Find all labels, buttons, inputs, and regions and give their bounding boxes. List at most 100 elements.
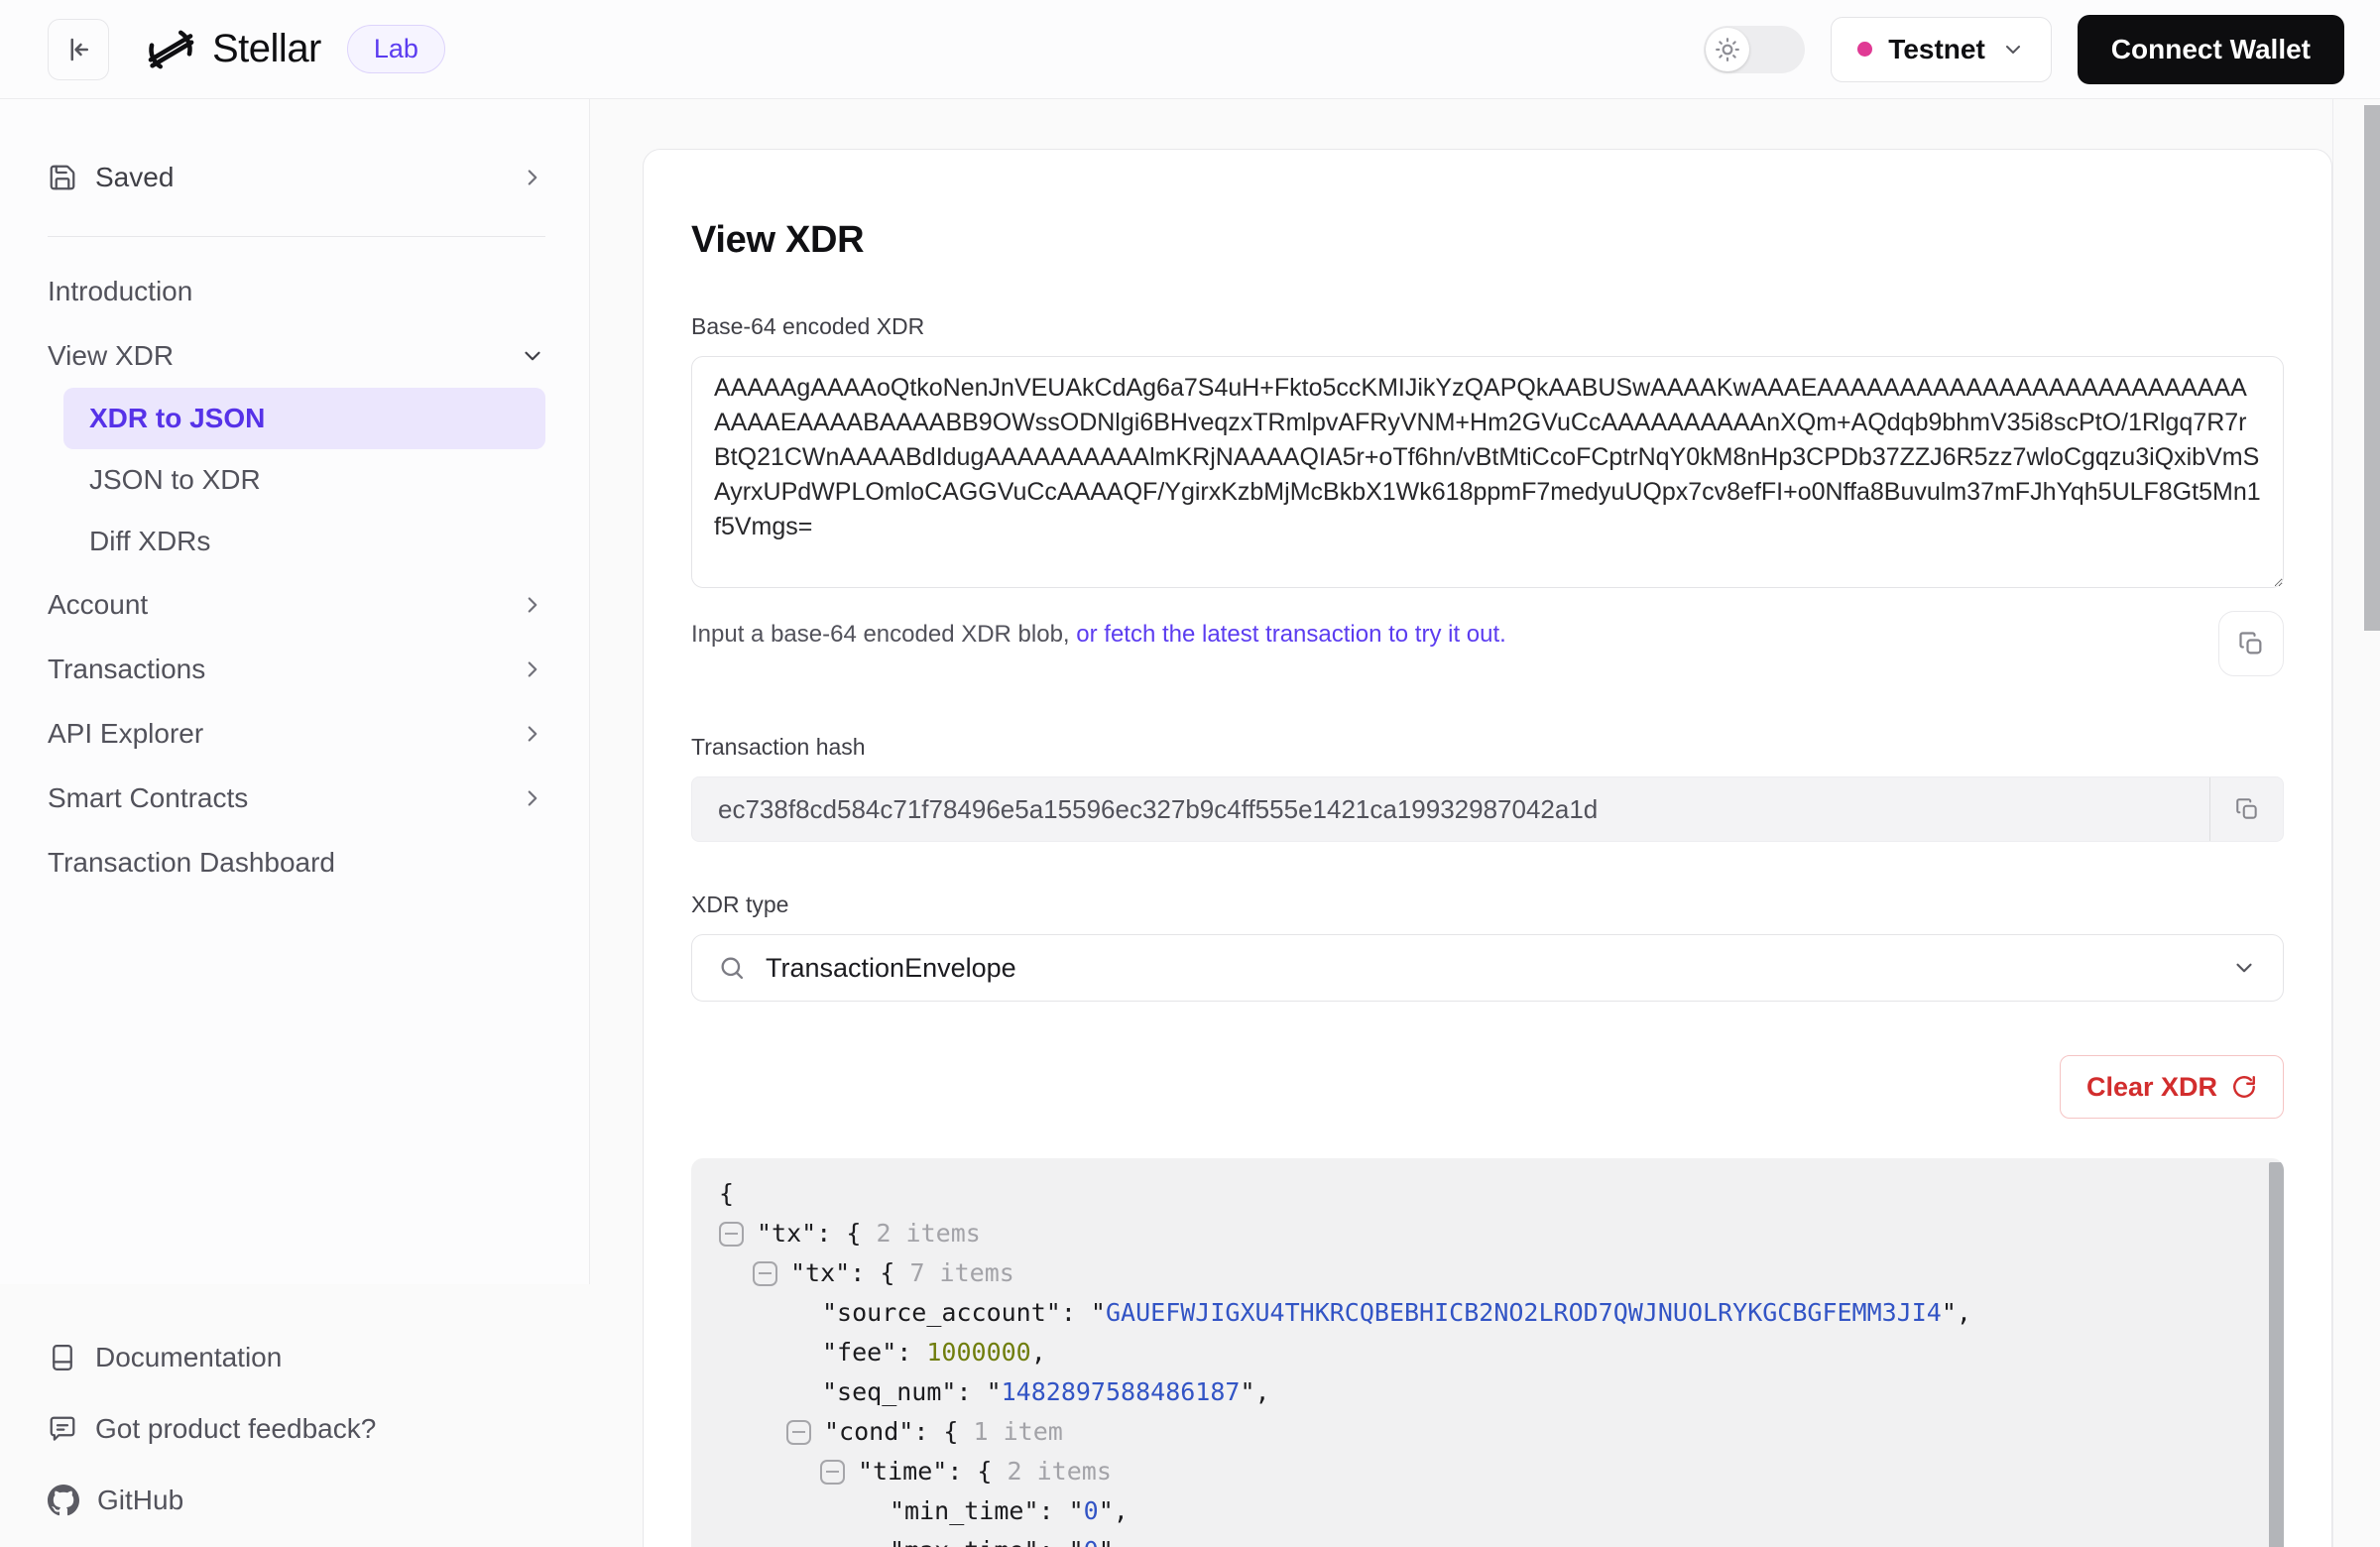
json-scrollbar[interactable] — [2269, 1162, 2284, 1547]
json-token: GAUEFWJIGXU4THKRCQBEBHICB2NO2LROD7QWJNUO… — [1106, 1293, 1942, 1333]
sidebar-item-label: Transactions — [48, 654, 205, 685]
transaction-hash-value[interactable] — [692, 777, 2209, 841]
clear-xdr-label: Clear XDR — [2086, 1072, 2217, 1103]
sidebar-item-smart-contracts[interactable]: Smart Contracts — [48, 766, 545, 830]
json-line: "fee": 1000000, — [691, 1333, 2284, 1372]
collapse-toggle-icon[interactable] — [820, 1460, 845, 1485]
sidebar-item-transactions[interactable]: Transactions — [48, 637, 545, 701]
sidebar-item-label: XDR to JSON — [89, 403, 265, 434]
json-line: "max_time": "0", — [691, 1531, 2284, 1547]
json-token: : { — [913, 1412, 973, 1452]
xdr-blob-label: Base-64 encoded XDR — [691, 313, 2284, 340]
chevron-down-icon — [2001, 38, 2025, 61]
json-token: : " — [956, 1372, 1001, 1412]
xdr-blob-textarea[interactable]: AAAAAgAAAAoQtkoNenJnVEUAkCdAg6a7S4uH+Fkt… — [691, 356, 2284, 588]
sidebar-item-label: Transaction Dashboard — [48, 847, 335, 879]
json-token: ", — [1942, 1293, 1971, 1333]
network-selector[interactable]: Testnet — [1831, 17, 2052, 82]
sidebar-item-label: Saved — [95, 162, 174, 193]
json-token: ", — [1240, 1372, 1269, 1412]
sidebar-divider — [48, 236, 545, 237]
json-token: : — [896, 1333, 926, 1372]
json-token: "tx" — [757, 1214, 816, 1253]
refresh-icon — [2231, 1074, 2257, 1100]
sidebar-item-xdr-to-json[interactable]: XDR to JSON — [63, 388, 545, 449]
collapse-sidebar-icon — [63, 35, 93, 64]
chevron-right-icon — [520, 785, 545, 811]
sidebar-item-label: Account — [48, 589, 148, 621]
header-actions: Testnet Connect Wallet — [1704, 15, 2344, 84]
network-status-dot — [1857, 42, 1872, 57]
json-token: "time" — [858, 1452, 947, 1491]
search-icon — [718, 954, 746, 982]
sidebar-item-diff-xdrs[interactable]: Diff XDRs — [63, 511, 545, 572]
chevron-right-icon — [520, 656, 545, 682]
copy-hash-button[interactable] — [2209, 777, 2283, 841]
sidebar-item-documentation[interactable]: Documentation — [48, 1322, 546, 1393]
collapse-toggle-icon[interactable] — [786, 1420, 811, 1445]
sidebar-item-label: Diff XDRs — [89, 526, 210, 557]
sidebar-item-label: Smart Contracts — [48, 782, 248, 814]
json-token: 1000000 — [926, 1333, 1030, 1372]
chevron-right-icon — [520, 165, 545, 190]
json-token: { — [719, 1174, 734, 1214]
chevron-down-icon — [520, 343, 545, 369]
json-token: "fee" — [822, 1333, 896, 1372]
brand[interactable]: Stellar Lab — [145, 24, 445, 75]
collapse-toggle-icon[interactable] — [753, 1261, 777, 1286]
clear-xdr-button[interactable]: Clear XDR — [2060, 1055, 2284, 1119]
sidebar-item-transaction-dashboard[interactable]: Transaction Dashboard — [48, 830, 545, 894]
collapse-sidebar-button[interactable] — [48, 19, 109, 80]
json-token: : { — [816, 1214, 876, 1253]
sidebar-item-label: View XDR — [48, 340, 174, 372]
top-header: Stellar Lab Testnet Connect Wallet — [0, 0, 2380, 99]
stellar-logo-icon — [145, 24, 196, 75]
main-content: View XDR Base-64 encoded XDR AAAAAgAAAAo… — [590, 99, 2380, 1547]
json-viewer: {"tx": { 2 items"tx": { 7 items"source_a… — [691, 1158, 2284, 1547]
json-line: "tx": { 2 items — [691, 1214, 2284, 1253]
sidebar-item-github[interactable]: GitHub — [48, 1465, 546, 1536]
json-token: 0 — [1084, 1491, 1099, 1531]
json-token: ", — [1099, 1531, 1129, 1547]
sidebar-item-account[interactable]: Account — [48, 572, 545, 637]
page-scrollbar-thumb[interactable] — [2364, 105, 2380, 631]
sidebar-item-label: Introduction — [48, 276, 192, 307]
copy-icon — [2237, 630, 2265, 657]
sidebar-item-view-xdr[interactable]: View XDR — [48, 323, 545, 388]
json-token: 1482897588486187 — [1002, 1372, 1241, 1412]
sidebar-item-label: GitHub — [97, 1485, 183, 1516]
clear-row: Clear XDR — [691, 1055, 2284, 1119]
sidebar-item-feedback[interactable]: Got product feedback? — [48, 1393, 546, 1465]
chevron-down-icon — [2231, 955, 2257, 981]
sidebar-item-json-to-xdr[interactable]: JSON to XDR — [63, 449, 545, 511]
connect-wallet-button[interactable]: Connect Wallet — [2078, 15, 2344, 84]
json-token: 7 items — [909, 1253, 1013, 1293]
sidebar-item-api-explorer[interactable]: API Explorer — [48, 701, 545, 766]
helper-prefix: Input a base-64 encoded XDR blob, — [691, 621, 1076, 648]
sidebar-item-introduction[interactable]: Introduction — [48, 259, 545, 323]
json-token: "tx" — [790, 1253, 850, 1293]
sidebar: Saved Introduction View XDR XDR to JSON … — [0, 99, 590, 1547]
sun-icon — [1715, 37, 1740, 62]
collapse-toggle-icon[interactable] — [719, 1222, 744, 1247]
xdr-type-select[interactable]: TransactionEnvelope — [691, 934, 2284, 1002]
page-title: View XDR — [691, 219, 2284, 262]
theme-toggle[interactable] — [1704, 26, 1805, 73]
xdr-type-label: XDR type — [691, 892, 2284, 918]
json-token: 2 items — [1008, 1452, 1112, 1491]
transaction-hash-label: Transaction hash — [691, 734, 2284, 761]
chevron-right-icon — [520, 721, 545, 747]
sidebar-item-saved[interactable]: Saved — [48, 143, 545, 212]
transaction-hash-section: Transaction hash — [691, 734, 2284, 842]
json-token: , — [1031, 1333, 1046, 1372]
json-line: "seq_num": "1482897588486187", — [691, 1372, 2284, 1412]
json-token: "source_account" — [822, 1293, 1061, 1333]
json-line: "time": { 2 items — [691, 1452, 2284, 1491]
copy-xdr-button[interactable] — [2218, 611, 2284, 676]
json-line: "cond": { 1 item — [691, 1412, 2284, 1452]
network-label: Testnet — [1888, 34, 1985, 65]
fetch-latest-transaction-link[interactable]: or fetch the latest transaction to try i… — [1076, 621, 1506, 648]
sidebar-item-label: API Explorer — [48, 718, 203, 750]
github-icon — [48, 1485, 79, 1516]
json-token: "max_time" — [890, 1531, 1039, 1547]
